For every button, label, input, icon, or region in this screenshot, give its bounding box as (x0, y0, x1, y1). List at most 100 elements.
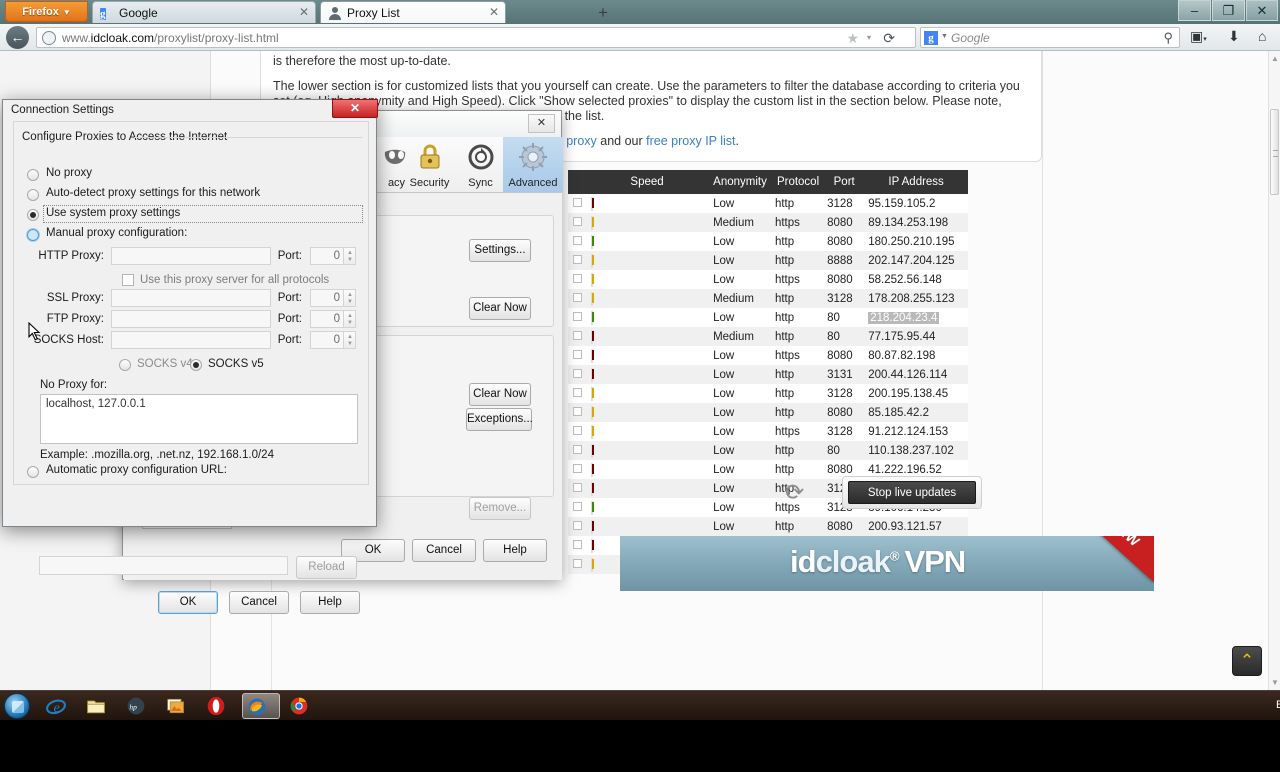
options-cancel-button[interactable]: Cancel (412, 539, 476, 562)
tab-sync[interactable]: Sync (452, 137, 509, 192)
ftp-port-spinner[interactable]: ▲ ▼ (344, 310, 356, 328)
connection-ok-button[interactable]: OK (158, 591, 218, 614)
scrollbar-up-arrow-icon[interactable]: ▲ (1271, 54, 1279, 63)
checkbox-icon[interactable] (573, 273, 583, 283)
table-row[interactable]: Medium http 80 77.175.95.44 (568, 327, 968, 346)
ssl-proxy-input[interactable] (111, 289, 271, 307)
new-tab-button[interactable]: + (592, 3, 614, 23)
refresh-icon[interactable]: ⟳ (785, 479, 811, 505)
checkbox-icon[interactable] (573, 558, 583, 568)
checkbox-icon[interactable] (573, 463, 583, 473)
table-row[interactable]: Low https 8080 80.87.82.198 (568, 346, 968, 365)
radio-no-proxy[interactable] (27, 169, 39, 181)
row-select-checkbox[interactable] (568, 308, 588, 327)
exceptions-button[interactable]: Exceptions... (466, 408, 533, 431)
reload-icon[interactable]: ⟳ (883, 30, 895, 47)
taskbar-hp-support[interactable]: hp (122, 693, 160, 719)
table-row[interactable]: Low http 3131 200.44.126.114 (568, 365, 968, 384)
reload-pac-button[interactable]: Reload (296, 556, 357, 579)
socks-port-value[interactable]: 0 (310, 331, 344, 349)
row-select-checkbox[interactable] (568, 422, 588, 441)
row-select-checkbox[interactable] (568, 327, 588, 346)
radio-use-system-proxy[interactable] (27, 209, 39, 221)
bookmark-star-icon[interactable]: ★ (846, 30, 859, 47)
tab-proxy-list[interactable]: Proxy List ✕ (320, 1, 506, 23)
checkbox-icon[interactable] (573, 254, 583, 264)
taskbar-internet-explorer[interactable]: e (42, 693, 80, 719)
back-button[interactable]: ← (6, 26, 29, 49)
row-select-checkbox[interactable] (568, 365, 588, 384)
clear-cache-now-button[interactable]: Clear Now (469, 297, 531, 320)
table-row[interactable]: Low https 3128 91.212.124.153 (568, 422, 968, 441)
table-row[interactable]: Low http 8888 202.147.204.125 (568, 251, 968, 270)
scrollbar-down-arrow-icon[interactable]: ▼ (1271, 678, 1279, 687)
table-row[interactable]: Low http 8080 85.185.42.2 (568, 403, 968, 422)
row-select-checkbox[interactable] (568, 194, 588, 213)
checkbox-icon[interactable] (573, 330, 583, 340)
taskbar-firefox[interactable] (242, 693, 280, 719)
tab-google[interactable]: g Google ✕ (92, 1, 316, 23)
http-proxy-input[interactable] (111, 247, 271, 265)
socks-port-stepper[interactable]: 0 ▲ ▼ (310, 331, 356, 349)
scrollbar-thumb[interactable] (1270, 109, 1279, 195)
checkbox-icon[interactable] (573, 444, 583, 454)
checkbox-icon[interactable] (573, 216, 583, 226)
col-ip-address[interactable]: IP Address (865, 170, 968, 194)
row-select-checkbox[interactable] (568, 346, 588, 365)
row-select-checkbox[interactable] (568, 536, 588, 555)
ssl-port-spinner[interactable]: ▲ ▼ (344, 289, 356, 307)
table-row[interactable]: Low http 8080 180.250.210.195 (568, 232, 968, 251)
window-minimize-button[interactable]: – (1178, 0, 1211, 21)
checkbox-icon[interactable] (573, 539, 583, 549)
checkbox-icon[interactable] (573, 425, 583, 435)
socks-host-input[interactable] (111, 331, 271, 349)
radio-auto-config-url[interactable] (27, 466, 39, 478)
ssl-port-value[interactable]: 0 (310, 289, 344, 307)
chevron-down-icon[interactable]: ▼ (941, 33, 948, 40)
stop-live-updates-button[interactable]: Stop live updates (848, 481, 976, 504)
bookmarks-icon[interactable]: ▣▾ (1190, 28, 1207, 45)
checkbox-icon[interactable] (573, 406, 583, 416)
checkbox-icon[interactable] (573, 292, 583, 302)
row-select-checkbox[interactable] (568, 251, 588, 270)
search-bar[interactable]: g ▼ Google ⚲ (920, 27, 1180, 48)
table-row[interactable]: Low https 8080 58.252.56.148 (568, 270, 968, 289)
remove-site-button[interactable]: Remove... (469, 497, 531, 520)
radio-manual-proxy[interactable] (27, 229, 39, 241)
connection-settings-button[interactable]: Settings... (469, 239, 531, 262)
ftp-proxy-input[interactable] (111, 310, 271, 328)
tab-security[interactable]: Security (401, 137, 458, 192)
socks-port-spinner[interactable]: ▲ ▼ (344, 331, 356, 349)
http-port-stepper[interactable]: 0 ▲ ▼ (310, 247, 356, 265)
row-select-checkbox[interactable] (568, 384, 588, 403)
table-row[interactable]: Low http 8080 200.93.121.57 (568, 517, 968, 536)
page-vertical-scrollbar[interactable]: ▲ ▼ (1268, 51, 1280, 690)
row-select-checkbox[interactable] (568, 270, 588, 289)
search-magnifier-icon[interactable]: ⚲ (1163, 30, 1173, 46)
table-row[interactable]: Low http 3128 95.159.105.2 (568, 194, 968, 213)
http-port-spinner[interactable]: ▲ ▼ (344, 247, 356, 265)
http-port-value[interactable]: 0 (310, 247, 344, 265)
ftp-port-value[interactable]: 0 (310, 310, 344, 328)
taskbar-file-explorer[interactable] (82, 693, 120, 719)
clear-offline-now-button[interactable]: Clear Now (469, 383, 531, 406)
table-row[interactable]: Low http 80 110.138.237.102 (568, 441, 968, 460)
checkbox-icon[interactable] (573, 387, 583, 397)
options-help-button[interactable]: Help (483, 539, 547, 562)
taskbar-opera[interactable] (202, 693, 240, 719)
window-maximize-button[interactable]: ❐ (1212, 0, 1245, 21)
ftp-port-stepper[interactable]: 0 ▲ ▼ (310, 310, 356, 328)
link-free-proxy-ip-list[interactable]: free proxy IP list (646, 134, 735, 148)
connection-help-button[interactable]: Help (300, 591, 360, 614)
checkbox-icon[interactable] (573, 368, 583, 378)
table-row[interactable]: Medium http 3128 178.208.255.123 (568, 289, 968, 308)
firefox-app-button[interactable]: Firefox ▼ (5, 1, 88, 22)
col-speed[interactable]: Speed (587, 170, 708, 194)
row-select-checkbox[interactable] (568, 289, 588, 308)
address-bar[interactable]: www.idcloak.com/proxylist/proxy-list.htm… (36, 27, 916, 48)
row-select-checkbox[interactable] (568, 555, 588, 574)
col-anonymity[interactable]: Anonymity (707, 170, 771, 194)
taskbar-photo-viewer[interactable] (162, 693, 200, 719)
use-for-all-protocols-checkbox[interactable] (122, 274, 134, 286)
taskbar-chrome[interactable] (285, 693, 323, 719)
